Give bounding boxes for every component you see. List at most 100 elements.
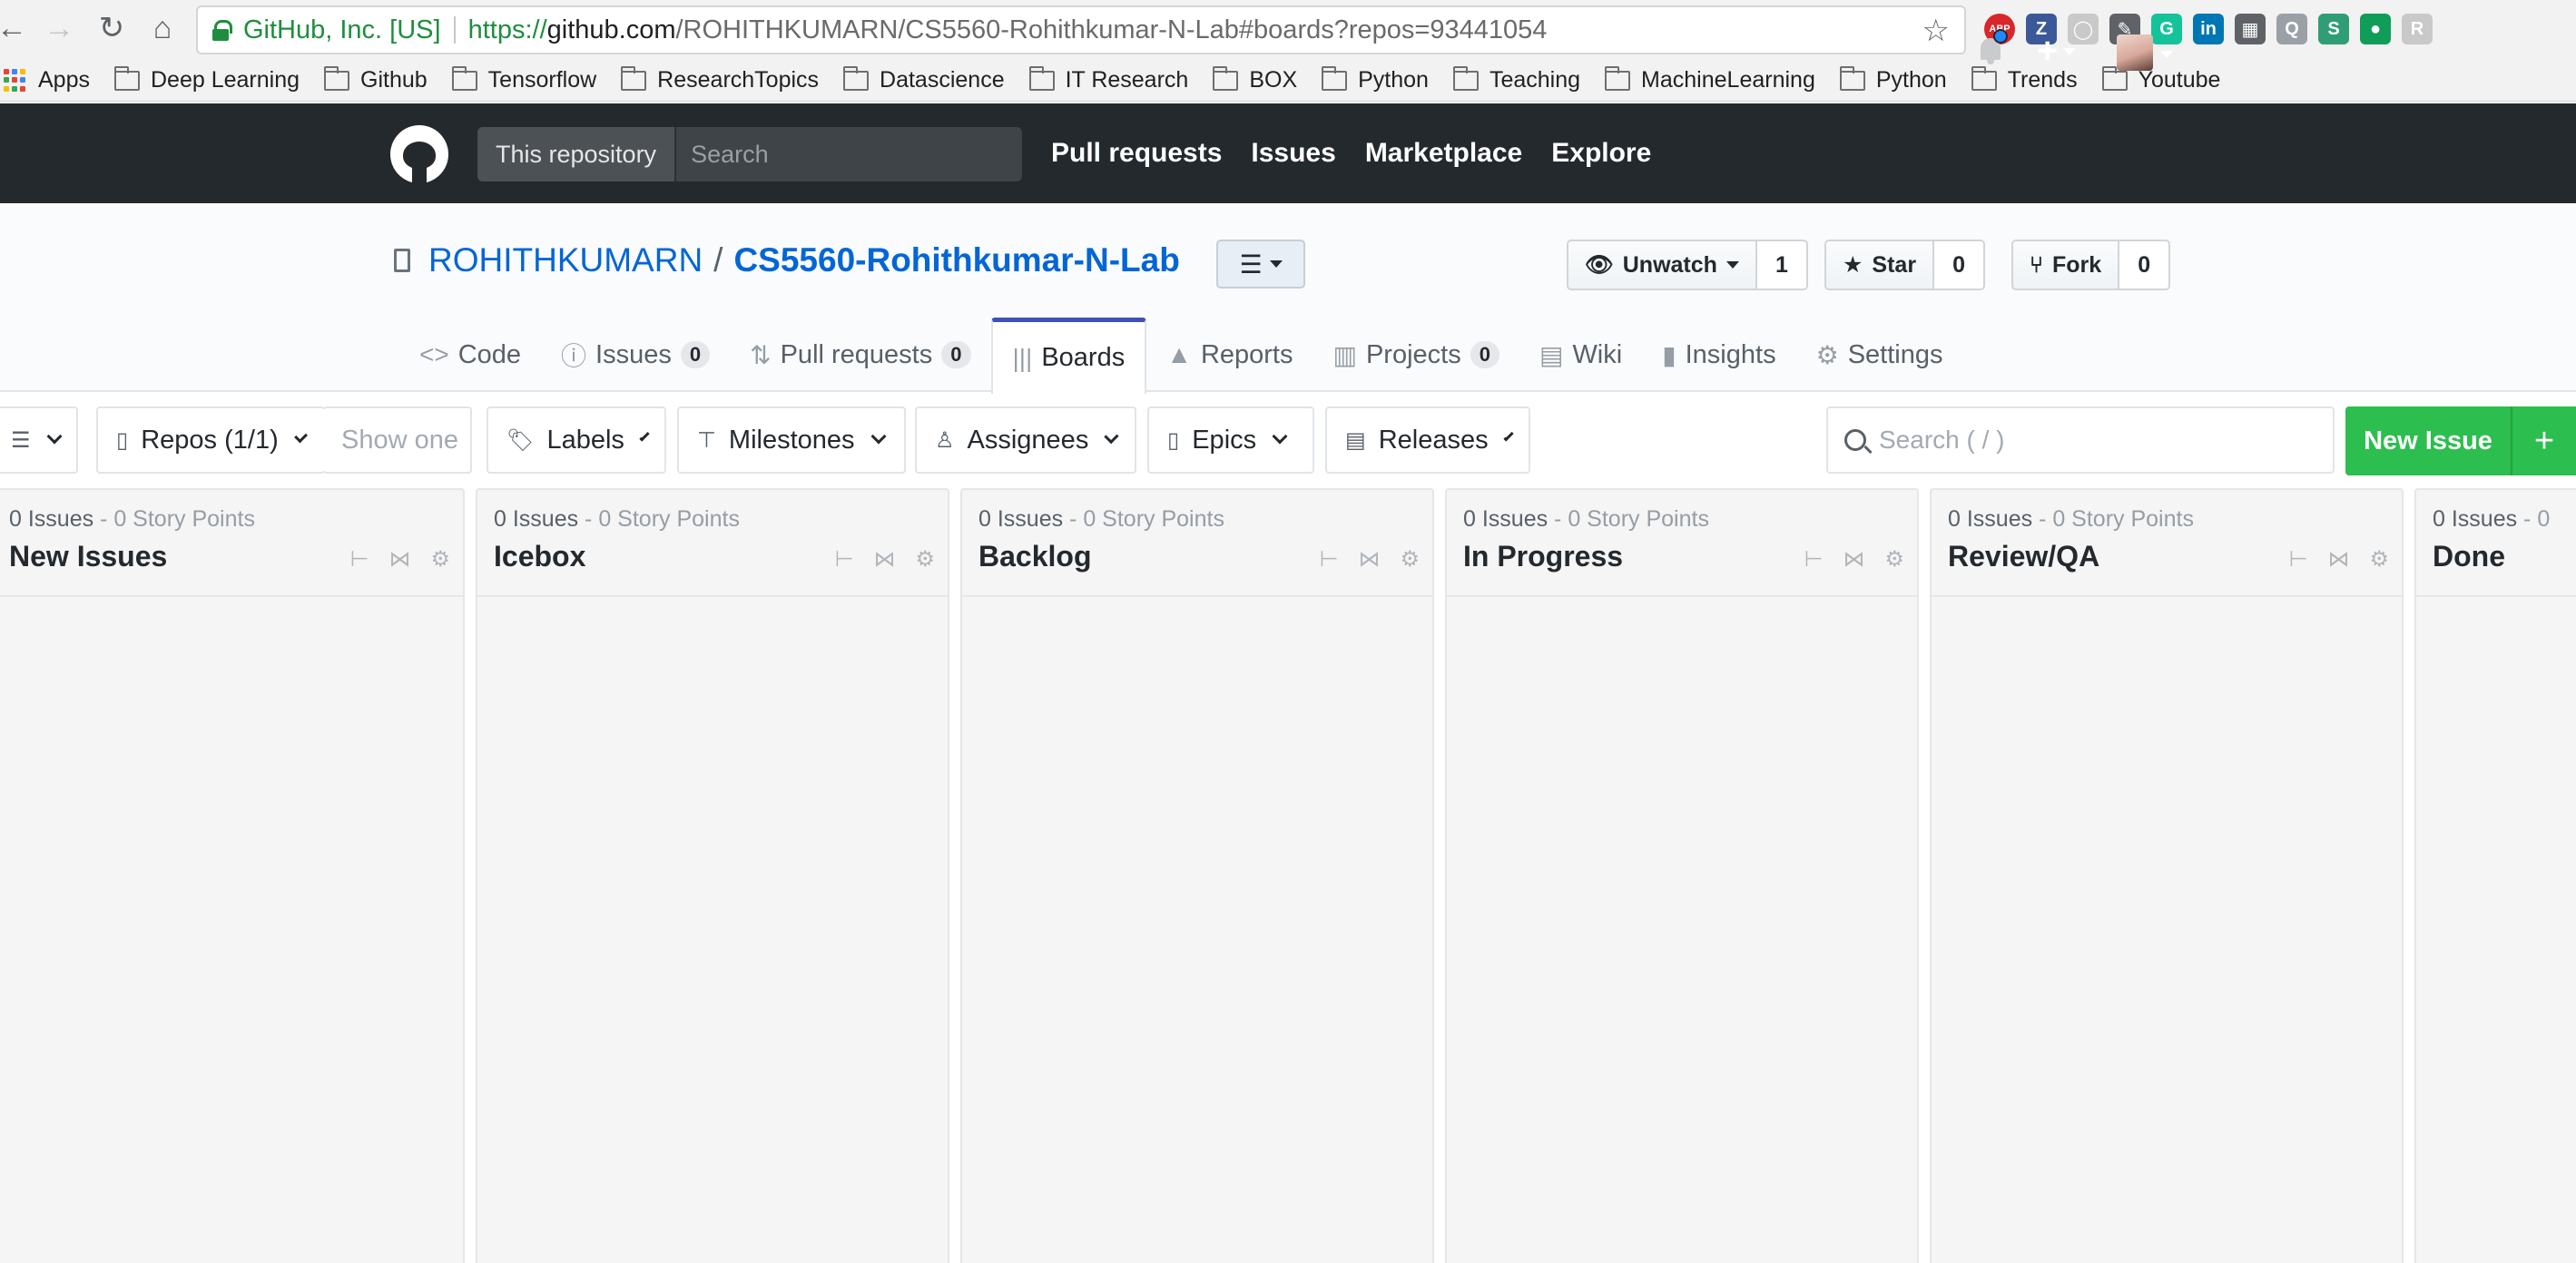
new-issue-plus-button[interactable]: +: [2511, 406, 2576, 475]
tab-label: Wiki: [1572, 339, 1623, 369]
releases-filter[interactable]: ▤ Releases: [1325, 406, 1530, 474]
forward-arrow-icon[interactable]: →: [38, 7, 80, 49]
repo-search[interactable]: This repository Search: [477, 127, 1022, 181]
gear-icon[interactable]: ⚙: [430, 546, 450, 573]
release-icon: ▤: [1345, 427, 1366, 453]
pipeline-column[interactable]: 0 Issues - 0 Story Points New Issues ⊢ ⋈ ⚙: [0, 488, 465, 1263]
labels-filter[interactable]: 🏷 Labels: [487, 406, 666, 474]
bookmark-star-icon[interactable]: ☆: [1922, 13, 1950, 49]
expand-icon[interactable]: ⋈: [2327, 546, 2349, 573]
quora-icon[interactable]: Q: [2276, 14, 2307, 44]
board-menu-button[interactable]: ☰: [1216, 240, 1305, 289]
collapse-icon[interactable]: ⊢: [350, 546, 369, 573]
epics-filter[interactable]: ▯ Epics: [1147, 406, 1314, 474]
new-issue-button[interactable]: New Issue: [2345, 406, 2511, 475]
header-nav-marketplace[interactable]: Marketplace: [1365, 138, 1522, 169]
tab-code[interactable]: <> Code: [399, 318, 541, 392]
collapse-icon[interactable]: ⊢: [835, 546, 854, 573]
watch-action: 👁 Unwatch 1: [1567, 240, 1808, 290]
header-nav-issues[interactable]: Issues: [1251, 138, 1335, 169]
bookmark-folder[interactable]: IT Research: [1028, 65, 1188, 93]
tab-label: Projects: [1365, 339, 1461, 369]
tab-wiki[interactable]: ▤ Wiki: [1519, 318, 1642, 392]
create-new-menu[interactable]: +: [2037, 31, 2077, 72]
tab-issues[interactable]: ⓘ Issues 0: [541, 318, 730, 392]
expand-icon[interactable]: ⋈: [388, 546, 410, 573]
film-icon[interactable]: ▦: [2235, 14, 2266, 44]
bookmark-folder[interactable]: MachineLearning: [1605, 65, 1815, 93]
bookmark-folder[interactable]: Python: [1839, 65, 1947, 93]
bookmark-folder[interactable]: Tensorflow: [451, 65, 596, 93]
milestones-filter[interactable]: ⊤ Milestones: [677, 406, 906, 474]
board-settings-dropdown[interactable]: ☰: [0, 406, 78, 474]
board-search-input[interactable]: Search ( / ): [1826, 406, 2335, 474]
grammarly-icon[interactable]: G: [2151, 14, 2182, 44]
pipeline-column[interactable]: 0 Issues - 0 Story Points Review/QA ⊢ ⋈ ⚙: [1930, 488, 2404, 1263]
tab-projects[interactable]: ▥ Projects 0: [1313, 318, 1519, 392]
bookmark-folder[interactable]: Datascience: [843, 65, 1005, 93]
code-icon: <>: [419, 340, 449, 368]
chat-bubble-icon[interactable]: ●: [2360, 14, 2391, 44]
bookmark-apps[interactable]: Apps: [0, 67, 90, 93]
unwatch-button[interactable]: 👁 Unwatch: [1567, 240, 1757, 290]
bookmark-folder[interactable]: Python: [1322, 65, 1429, 93]
folder-icon: [621, 65, 647, 91]
bookmark-folder[interactable]: Youtube: [2101, 65, 2220, 93]
repo-icon: [394, 249, 410, 272]
chevron-down-icon[interactable]: [2160, 51, 2173, 58]
collapse-icon[interactable]: ⊢: [1320, 546, 1339, 573]
tab-reports[interactable]: ▲ Reports: [1146, 318, 1313, 392]
bookmark-folder[interactable]: Deep Learning: [113, 65, 300, 93]
board-pipelines: 0 Issues - 0 Story Points New Issues ⊢ ⋈ ⚙ 0 …: [0, 488, 2576, 1263]
gear-icon[interactable]: ⚙: [2369, 546, 2389, 573]
avatar[interactable]: [2117, 34, 2153, 71]
star-count[interactable]: 0: [1934, 240, 1986, 290]
bookmark-folder[interactable]: BOX: [1213, 65, 1297, 93]
gear-icon[interactable]: ⚙: [1400, 546, 1420, 573]
expand-icon[interactable]: ⋈: [873, 546, 895, 573]
repo-owner-link[interactable]: ROHITHKUMARN: [428, 241, 703, 279]
s-ext-icon[interactable]: S: [2318, 14, 2349, 44]
gear-icon[interactable]: ⚙: [915, 546, 935, 573]
pipeline-column[interactable]: 0 Issues - 0 Story Points Icebox ⊢ ⋈ ⚙: [476, 488, 949, 1263]
watch-count[interactable]: 1: [1756, 240, 1808, 290]
address-bar[interactable]: GitHub, Inc. [US] https:// github.com /R…: [196, 5, 1966, 54]
star-button[interactable]: ★ Star: [1824, 240, 1935, 290]
github-logo-icon[interactable]: [390, 125, 448, 183]
header-nav-explore[interactable]: Explore: [1551, 138, 1651, 169]
bookmark-folder[interactable]: Github: [324, 65, 428, 93]
tab-insights[interactable]: ▮ Insights: [1642, 318, 1795, 392]
pipeline-column[interactable]: 0 Issues - 0 Story Points Backlog ⊢ ⋈ ⚙: [960, 488, 1434, 1263]
pipeline-column[interactable]: 0 Issues - 0Done⊢⋈⚙: [2414, 488, 2576, 1263]
pipeline-header: 0 Issues - 0Done⊢⋈⚙: [2416, 490, 2576, 597]
home-icon[interactable]: ⌂: [142, 7, 183, 49]
collapse-icon[interactable]: ⊢: [1804, 546, 1824, 573]
reload-icon[interactable]: ↻: [91, 7, 133, 49]
repo-name-link[interactable]: CS5560-Rohithkumar-N-Lab: [733, 241, 1179, 279]
pipeline-column[interactable]: 0 Issues - 0 Story Points In Progress ⊢ ⋈ ⚙: [1445, 488, 1919, 1263]
tab-pull-requests[interactable]: ⇅ Pull requests 0: [730, 318, 990, 392]
bookmark-folder[interactable]: ResearchTopics: [621, 65, 819, 93]
back-arrow-icon[interactable]: ←: [0, 7, 33, 49]
header-nav-pull-requests[interactable]: Pull requests: [1051, 138, 1222, 169]
gear-icon[interactable]: ⚙: [1884, 546, 1904, 573]
expand-icon[interactable]: ⋈: [1358, 546, 1380, 573]
chevron-down-icon: [46, 428, 63, 445]
search-input[interactable]: Search: [676, 127, 1022, 181]
r-ext-icon[interactable]: R: [2402, 14, 2433, 44]
tab-settings[interactable]: ⚙ Settings: [1796, 318, 1963, 392]
tab-boards[interactable]: ||| Boards: [990, 318, 1147, 394]
collapse-icon[interactable]: ⊢: [2289, 546, 2308, 573]
bookmark-label: Python: [1358, 67, 1429, 93]
fork-button[interactable]: ⑂ Fork: [2011, 240, 2120, 290]
bookmark-folder[interactable]: Teaching: [1452, 65, 1580, 93]
fork-count[interactable]: 0: [2119, 240, 2171, 290]
expand-icon[interactable]: ⋈: [1843, 546, 1864, 573]
browser-toolbar: ← → ↻ ⌂ GitHub, Inc. [US] https:// githu…: [0, 0, 2576, 60]
repos-dropdown[interactable]: ▯ Repos (1/1): [96, 406, 325, 474]
show-one-toggle[interactable]: Show one: [323, 406, 472, 474]
pipeline-issue-count: 0 Issues: [1463, 506, 1549, 532]
apps-grid-icon: [4, 68, 27, 93]
linkedin-icon[interactable]: in: [2193, 14, 2224, 44]
assignees-filter[interactable]: ♙ Assignees: [915, 406, 1136, 474]
